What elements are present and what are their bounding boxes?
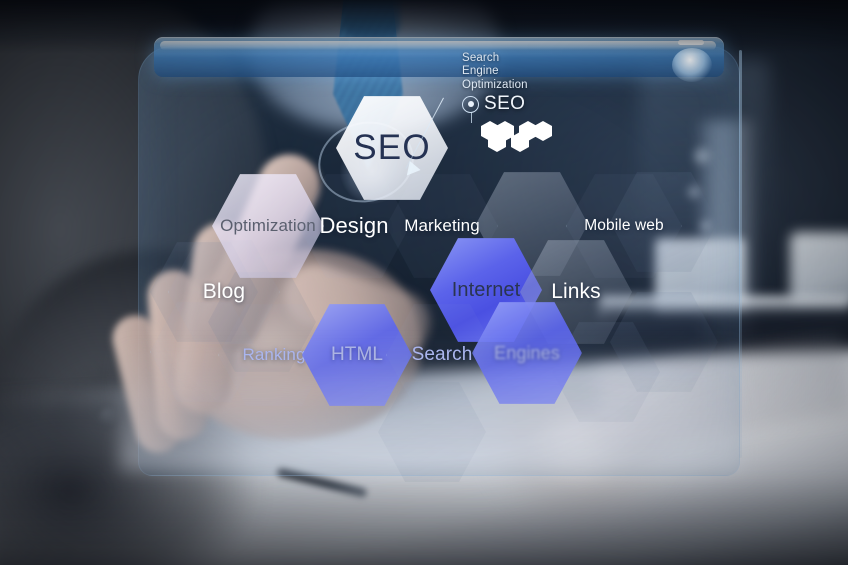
hexagon-label-ranking: Ranking <box>242 345 306 364</box>
hexagon-label-marketing: Marketing <box>404 216 480 235</box>
hexagon-label-internet: Internet <box>451 278 521 301</box>
callout-line-optimization: Optimization <box>462 78 528 91</box>
hexagon-label-seo: SEO <box>353 128 431 167</box>
hexagon-label-links: Links <box>551 280 601 303</box>
seo-callout: Search Engine Optimization SEO <box>462 52 582 159</box>
hexagon-label-search: Search <box>411 344 473 365</box>
hexagon-keyword-grid: Optimization Design Marketing Mobile web… <box>0 0 848 565</box>
callout-line-search: Search <box>462 52 500 64</box>
seo-concept-scene: Optimization Design Marketing Mobile web… <box>0 0 848 565</box>
hexagon-cluster-icon <box>480 120 582 160</box>
hexagon-label-design: Design <box>319 213 389 238</box>
hexagon-label-mobile-web: Mobile web <box>584 217 664 234</box>
hexagon-label-engines: Engines <box>494 342 560 363</box>
callout-line-engine: Engine <box>462 65 499 78</box>
hexagon-label-html: HTML <box>330 344 384 365</box>
callout-acronym: SEO <box>484 93 526 115</box>
hexagon-label-blog: Blog <box>202 280 246 303</box>
target-dot-icon <box>462 95 479 123</box>
